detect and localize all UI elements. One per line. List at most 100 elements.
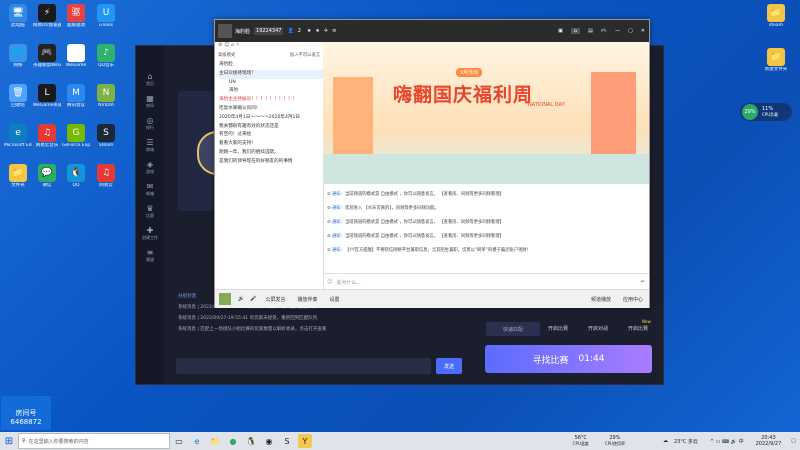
find-match-button[interactable]: 寻找比赛 01:44 [485,345,652,373]
channel-tree-item[interactable]: 有空的！过来给 [219,131,323,140]
notice-text: 当前频道的模式是 自由模式 ，你可以随意发言。 【查看房、同频等更多同频看理】 [345,234,504,239]
public-chat-button[interactable]: 公屏发言 [265,296,285,303]
desktop-icon[interactable]: 📁 文件夹 [4,164,32,188]
desktop-icon[interactable]: S Steam [92,124,120,148]
match-option[interactable]: 开启比赛 [628,325,648,332]
desktop-icon[interactable]: M 腾讯会议 [62,84,90,108]
notification-icon[interactable]: ▢ [791,438,796,444]
desktop-icon[interactable]: ♫ 网易云 [92,164,120,188]
channel-tree: 海豹脸 主日众接待现场！ UN 海豹 海豹主主持娱乐！！！！！！！！！！ 吃饭水果确认房间… [215,61,323,167]
menu-icon[interactable]: ≡ [332,28,336,34]
channel-tree-item[interactable]: 海豹 [219,87,323,96]
close-icon[interactable]: ✕ [641,28,645,34]
channel-tree-item[interactable]: 看看大家的支持！ [219,140,323,149]
game-send-button[interactable]: 发送 [436,358,462,374]
desktop-icon[interactable]: 🗑 回收站 [4,84,32,108]
user-avatar[interactable] [219,293,231,305]
edge-icon[interactable]: e [190,434,204,448]
wechat-icon[interactable]: ● [226,434,240,448]
desktop-icon[interactable]: 🐧 QQ [62,164,90,188]
channel-tree-item[interactable]: 主日众接待现场！ [219,69,323,79]
desktop-icon[interactable]: W WeGame [62,44,90,68]
mic-icon[interactable]: 🎤 [250,296,256,302]
desktop-icon[interactable]: eMicrosoft Edge [4,124,32,148]
channel-tree-item[interactable]: 吃饭水果确认房间！ [219,105,323,114]
video-icon[interactable]: ▣ [558,28,563,34]
speaker-icon[interactable]: 🔊 [238,296,244,302]
desktop-icon[interactable]: N NVIDIA [92,84,120,108]
desktop-icon[interactable]: UuTools [92,4,120,28]
tray-icons[interactable]: ^ ▭ ⌨ 🔊 中 [710,438,744,445]
sidebar-item-mail[interactable]: ✉ 邮箱 [136,178,164,200]
rank-icon: ◎ [146,115,154,125]
desktop-icon[interactable]: 🎮英雄联盟WeGame版 [33,44,61,68]
channel-tree-item[interactable]: 是我们的领导现在的好朋友的的事情 [219,158,323,167]
match-option[interactable]: 开启比赛 [548,325,568,332]
notice-message: ⊘ 通知: 当前频道的模式是 自由模式 ，你可以随意发言。 【查看房、同频等更多同… [327,230,647,244]
desktop-icon[interactable]: 💬 微信 [33,164,61,188]
yy-icon[interactable]: Y [298,434,312,448]
channel-tree-item[interactable]: 海豹脸 [219,61,323,70]
desktop-icon[interactable]: LWeGame英雄联盟 [33,84,61,108]
gamepad-icon[interactable]: 🎮 [601,28,607,34]
channel-tree-item[interactable]: 刚刚一年，我们的继续选嗯。 [219,149,323,158]
start-icon[interactable]: ⊞ [0,432,18,450]
emoji-icon[interactable]: ☺ [327,279,332,285]
member-count: 2 [297,28,301,34]
trophy-icon: ♛ [146,203,154,213]
desktop-icon-steam-folder[interactable]: 📁 steam [762,4,790,28]
sidebar-item-home[interactable]: ⌂ 首页 [136,68,164,90]
desktop-icon[interactable]: ♪ QQ音乐 [92,44,120,68]
channel-message-input[interactable]: 说点什么... [336,279,637,286]
sidebar-item-rank[interactable]: ◎ 排行 [136,112,164,134]
taskbar-search[interactable]: ⚲ 在这里输入你要搜索的内容 [18,433,170,449]
cpu-percent-circle: 29% [742,104,758,120]
sidebar-item-channel[interactable]: ≡ 频道 [136,244,164,266]
desktop-icon[interactable]: 🖥 此电脑 [4,4,32,28]
home-icon[interactable]: ⌂ [570,28,581,34]
sidebar-item-match[interactable]: ♛ 比赛 [136,200,164,222]
taskbar-search-input[interactable]: 在这里输入你要搜索的内容 [29,438,89,445]
notice-message: ⊘ 通知: 当前频道的模式是 自由模式 ，你可以随意发言。 【查看房、同频等更多同… [327,188,647,202]
sidebar-item-game[interactable]: ◈ 游戏 [136,156,164,178]
file-explorer-icon[interactable]: 📁 [208,434,222,448]
event-banner[interactable]: 9月活动 嗨翻国庆福利周 NATIONAL DAY [323,42,649,184]
settings-button[interactable]: 设置 [330,296,340,303]
steam-icon[interactable]: S [280,434,294,448]
cpu-temp-widget: 56°C CPU温度 [572,435,589,447]
task-view-icon[interactable]: ▭ [172,434,186,448]
play-music-button[interactable]: 播放伴奏 [297,296,317,303]
weather-label[interactable]: 23°C 多云 [674,438,698,445]
maximize-icon[interactable]: ▢ [628,28,633,34]
app-icon: e [9,124,27,142]
channel-tree-item[interactable]: 海豹主主持娱乐！！！！！！！！！！ [219,96,323,105]
desktop-icon-new-folder[interactable]: 📁 新建文件夹 [762,48,790,72]
mode-label[interactable]: 高级模式 [218,52,235,61]
match-option[interactable]: 开启对战 [588,325,608,332]
game-chat-input[interactable] [176,358,431,374]
sidebar-item-create[interactable]: ✚ 创建工作 [136,222,164,244]
star-icon[interactable]: ★ [315,28,319,34]
desktop-icon[interactable]: ⚡ 网易UU加速器 [33,4,61,28]
share-icon[interactable]: ✈ [324,28,328,34]
sidebar-item-shop[interactable]: ☰ 商城 [136,134,164,156]
send-icon[interactable]: ↵ [641,279,645,285]
quick-match-option[interactable]: 快速匹配 [486,322,540,336]
desktop-icon[interactable]: 驱超级驱动 [62,4,90,28]
clock[interactable]: 20:43 2022/9/27 [756,435,782,447]
channel-tree-item[interactable]: UN [219,79,323,88]
channel-play-button[interactable]: 频道播放 [591,296,611,303]
desktop-icon-label: 英雄联盟WeGame版 [33,63,61,68]
desktop-icon[interactable]: 🌐 网络 [4,44,32,68]
chrome-icon[interactable]: ◉ [262,434,276,448]
grid-icon[interactable]: ▤ [588,28,593,34]
sidebar-item-room[interactable]: ▦ 房间 [136,90,164,112]
desktop-icon[interactable]: GGeForce Experience [62,124,90,148]
desktop-icon[interactable]: ♫ 网易云音乐 [33,124,61,148]
qq-icon[interactable]: 🐧 [244,434,258,448]
channel-tree-item[interactable]: 2020年4月1日～～～～2020年4月1日 [219,114,323,123]
star-icon[interactable]: ★ [307,28,311,34]
minimize-icon[interactable]: — [615,28,620,34]
channel-tree-item[interactable]: 我关都很有趣有效的状态还是 [219,123,323,132]
app-center-button[interactable]: 应用中心 [623,296,643,303]
